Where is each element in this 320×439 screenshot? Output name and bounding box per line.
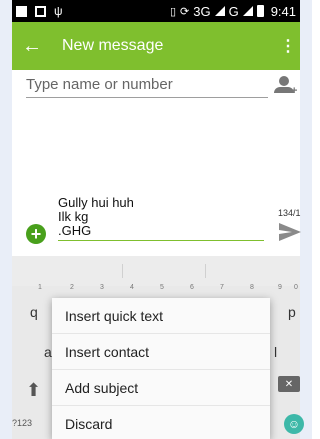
back-button[interactable]: ← — [12, 22, 52, 70]
add-attachment-button[interactable]: + — [26, 224, 46, 244]
screen-frame-right — [300, 0, 312, 439]
menu-item-discard[interactable]: Discard — [52, 406, 270, 439]
symbols-key[interactable]: ?123 — [12, 418, 32, 428]
key-p[interactable]: p — [288, 304, 296, 320]
sync-icon: ⟳ — [180, 5, 190, 18]
shift-key[interactable]: ⬆ — [26, 380, 41, 401]
suggestion-strip — [12, 256, 300, 286]
delete-key[interactable]: ✕ — [278, 376, 300, 392]
menu-item-insert-contact[interactable]: Insert contact — [52, 334, 270, 370]
screen-frame-left — [0, 0, 12, 439]
number-hint: 7 — [220, 284, 224, 291]
suggestion-divider — [205, 264, 206, 278]
signal-strength-icon — [214, 6, 225, 16]
send-icon — [279, 223, 301, 241]
signal-type-label: 3G — [193, 3, 211, 19]
overflow-menu-button[interactable]: ⋮ — [276, 22, 300, 70]
suggestion-divider — [122, 264, 123, 278]
number-hint: 4 — [130, 284, 134, 291]
key-a[interactable]: a — [44, 344, 52, 360]
usb-icon: ψ — [54, 4, 63, 18]
popup-menu: Insert quick text Insert contact Add sub… — [52, 298, 270, 439]
recipient-row: + — [12, 70, 300, 100]
key-q[interactable]: q — [30, 304, 38, 320]
number-hint: 1 — [38, 284, 42, 291]
arrow-left-icon: ← — [22, 34, 42, 57]
message-line: .GHG — [58, 223, 92, 238]
notification-icon — [16, 5, 27, 17]
number-hint: 2 — [70, 284, 74, 291]
more-vert-icon: ⋮ — [280, 38, 296, 55]
key-l[interactable]: l — [274, 344, 277, 360]
number-hint: 0 — [294, 284, 298, 291]
menu-item-insert-quick-text[interactable]: Insert quick text — [52, 298, 270, 334]
message-line: Ilk kg — [58, 209, 89, 224]
recipient-input[interactable] — [26, 76, 268, 98]
number-hint: 5 — [160, 284, 164, 291]
message-field[interactable]: Gully hui huh Ilk kg .GHG — [58, 196, 264, 241]
menu-item-add-subject[interactable]: Add subject — [52, 370, 270, 406]
send-button[interactable] — [278, 222, 302, 242]
screenshot-icon — [35, 5, 46, 17]
smiley-icon: ☺ — [287, 417, 301, 431]
number-hint: 3 — [100, 284, 104, 291]
battery-icon — [256, 5, 264, 17]
app-bar: ← New message ⋮ — [12, 22, 300, 70]
page-title: New message — [62, 37, 164, 54]
clock: 9:41 — [270, 3, 296, 19]
plus-icon: + — [30, 224, 42, 244]
emoji-key[interactable]: ☺ — [284, 414, 304, 434]
add-contact-button[interactable]: + — [274, 76, 300, 100]
number-hint: 8 — [250, 284, 254, 291]
network-type-label: G — [228, 3, 239, 19]
status-bar: ψ ▯ ⟳ 3G G 9:41 — [12, 0, 300, 22]
number-hint: 6 — [190, 284, 194, 291]
character-counter: 134/1 — [278, 208, 301, 218]
number-hint: 9 — [278, 284, 282, 291]
signal-strength-icon-2 — [242, 6, 253, 16]
vibrate-icon: ▯ — [169, 5, 176, 18]
compose-area: + Gully hui huh Ilk kg .GHG 134/1 — [12, 190, 302, 252]
message-line: Gully hui huh — [58, 195, 134, 210]
backspace-icon: ✕ — [284, 378, 294, 390]
